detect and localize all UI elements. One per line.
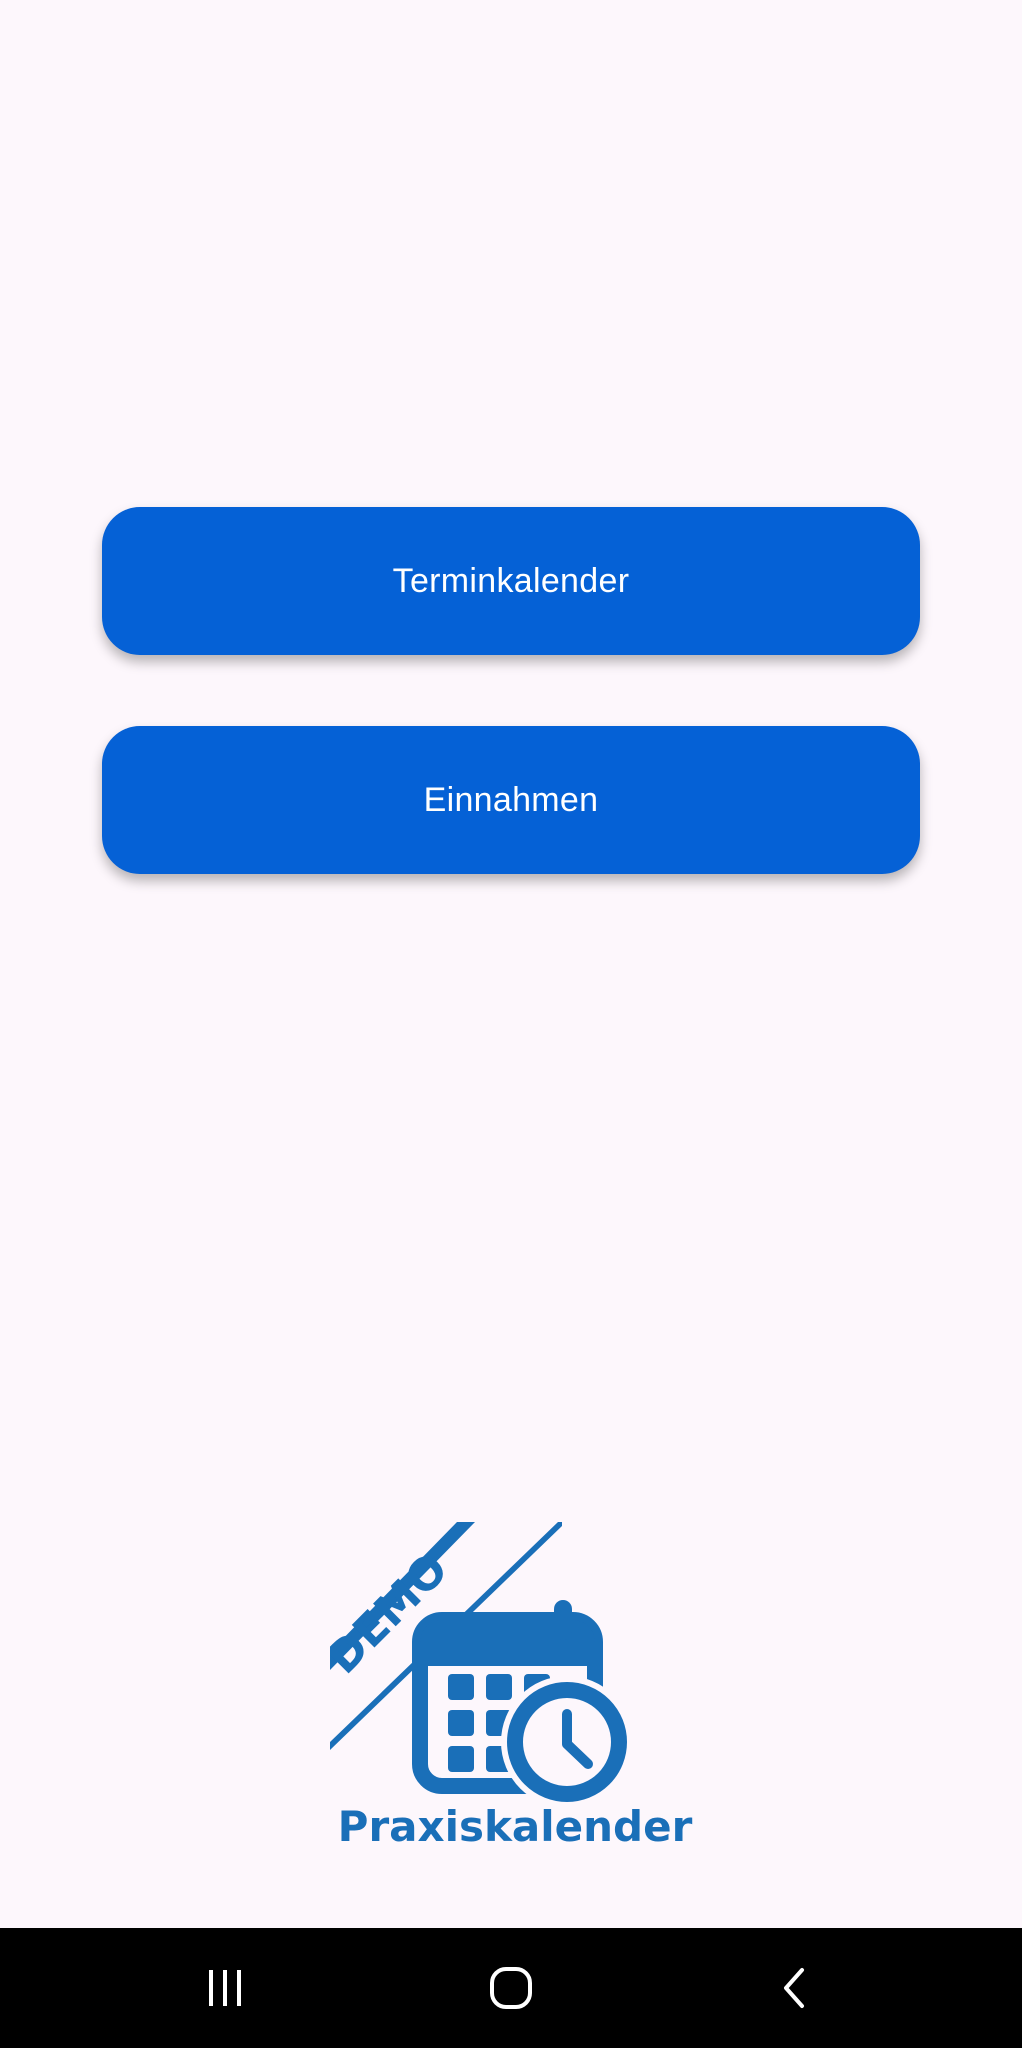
back-icon [784,1968,804,2008]
calendar-clock-icon: DEMO [330,1522,633,1808]
home-icon [490,1967,532,2009]
recent-apps-icon [209,1970,241,2006]
app-name: Praxiskalender [337,1802,693,1851]
einnahmen-button[interactable]: Einnahmen [102,726,920,874]
home-button[interactable] [471,1948,551,2028]
praxiskalender-logo: DEMO Praxiskalender [330,1522,700,1852]
terminkalender-button[interactable]: Terminkalender [102,507,920,655]
back-button[interactable] [756,1948,836,2028]
app-screen: Terminkalender Einnahmen DEMO Praxiskale… [0,0,1022,2048]
recent-apps-button[interactable] [185,1948,265,2028]
system-navigation-bar [0,1928,1022,2048]
